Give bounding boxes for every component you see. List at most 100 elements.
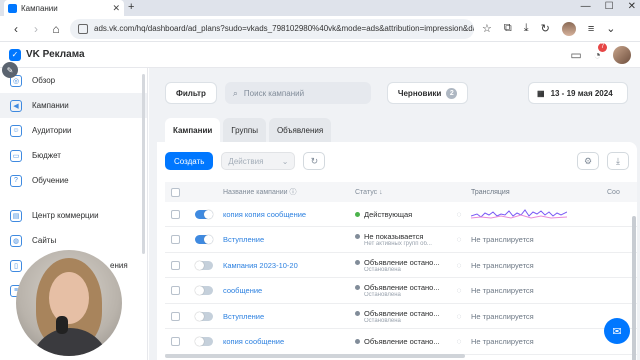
tab-groups[interactable]: Группы xyxy=(223,118,266,142)
sidebar-item-label: ения xyxy=(110,261,128,270)
sidebar-item-commerce-center[interactable]: ▤ Центр коммерции xyxy=(0,203,147,228)
close-window-icon[interactable]: ✕ xyxy=(628,1,636,12)
site-info-icon[interactable] xyxy=(78,23,88,34)
bell-icon[interactable]: ◔ 7 xyxy=(594,42,607,62)
translation-cell: Не транслируется xyxy=(471,260,534,270)
campaign-toggle[interactable] xyxy=(195,260,213,270)
profile-avatar[interactable] xyxy=(561,21,576,36)
table-row[interactable]: Кампания 2023-10-20 Объявление остано... О… xyxy=(165,253,637,278)
lightbulb-icon[interactable]: ◌ xyxy=(447,261,471,270)
lightbulb-icon[interactable]: ◌ xyxy=(447,210,471,219)
select-all-checkbox[interactable] xyxy=(170,187,180,197)
sidebar-item-label: Обучение xyxy=(32,176,69,185)
date-range-picker[interactable]: ▦ 13 - 19 мая 2024 xyxy=(528,82,628,104)
calendar-icon: ▦ xyxy=(537,88,545,98)
row-checkbox[interactable] xyxy=(170,209,180,219)
column-header-translation[interactable]: Трансляция xyxy=(471,189,607,196)
sidebar-item-budget[interactable]: ▭ Бюджет xyxy=(0,143,147,168)
info-icon[interactable]: ⓘ xyxy=(289,189,296,196)
table-row[interactable]: копия копия сообщение Действующая ◌ xyxy=(165,202,637,227)
support-chat-button[interactable]: ✉ xyxy=(604,318,630,344)
campaign-toggle[interactable] xyxy=(195,235,213,244)
reload-icon[interactable]: ↻ xyxy=(541,22,550,35)
browser-toolbar: ‹ › ⌂ ads.vk.com/hq/dashboard/ad_plans?s… xyxy=(0,16,640,42)
wallet-header-icon[interactable]: ▭ xyxy=(570,48,581,62)
lightbulb-icon[interactable]: ◌ xyxy=(447,312,471,321)
search-input[interactable]: ⌕ Поиск кампаний xyxy=(224,82,371,104)
close-tab-icon[interactable]: ✕ xyxy=(112,3,120,14)
account-avatar[interactable] xyxy=(613,45,631,64)
table-vertical-scrollbar[interactable] xyxy=(632,216,636,360)
table-row[interactable]: Вступление Не показывается Нет активных гр… xyxy=(165,228,637,253)
campaign-toggle[interactable] xyxy=(195,209,213,219)
lightbulb-icon[interactable]: ◌ xyxy=(447,337,471,346)
filter-button[interactable]: Фильтр xyxy=(165,82,217,104)
refresh-button[interactable]: ↻ xyxy=(303,152,326,170)
extensions-icon[interactable]: ⧉ xyxy=(504,22,512,35)
browser-tab[interactable]: Кампании ✕ xyxy=(4,0,124,16)
browser-tab-strip: Кампании ✕ + — ☐ ✕ xyxy=(0,0,640,16)
campaigns-panel: Создать Действия ⌄ ↻ ⚙ ⤓ Название кампан… xyxy=(157,142,637,360)
create-campaign-button[interactable]: Создать xyxy=(165,152,214,170)
campaign-name-link[interactable]: Вступление xyxy=(223,312,355,321)
campaign-toggle[interactable] xyxy=(195,286,213,295)
export-button[interactable]: ⤓ xyxy=(607,152,629,170)
download-icon[interactable]: ⤓ xyxy=(524,22,529,35)
brand-name[interactable]: VK Реклама xyxy=(26,49,85,60)
row-checkbox[interactable] xyxy=(170,286,180,295)
status-text: Не показывается xyxy=(364,232,424,241)
table-header: Название кампании ⓘ Статус ↓ Трансляция … xyxy=(165,182,637,202)
campaign-name-link[interactable]: Вступление xyxy=(223,235,355,244)
lightbulb-icon[interactable]: ◌ xyxy=(447,286,471,295)
browser-chevron-down-icon[interactable]: ⌄ xyxy=(606,22,615,35)
table-horizontal-scrollbar[interactable] xyxy=(165,354,465,358)
row-checkbox[interactable] xyxy=(170,311,180,321)
table-row[interactable]: копия сообщение Объявление остано... ◌ Не т… xyxy=(165,330,637,355)
browser-menu-icon[interactable]: ≡ xyxy=(588,23,594,35)
table-row[interactable]: сообщение Объявление остано... Остановлена… xyxy=(165,279,637,304)
column-header-extra[interactable]: Coo xyxy=(607,189,637,196)
back-icon[interactable]: ‹ xyxy=(6,22,26,36)
presenter-webcam xyxy=(16,250,122,356)
campaign-name-link[interactable]: сообщение xyxy=(223,286,355,295)
campaign-name-link[interactable]: копия сообщение xyxy=(223,337,355,346)
campaign-toggle[interactable] xyxy=(195,311,213,321)
home-icon[interactable]: ⌂ xyxy=(46,22,66,36)
campaign-name-link[interactable]: копия копия сообщение xyxy=(223,210,355,219)
actions-dropdown[interactable]: Действия ⌄ xyxy=(221,152,296,170)
drafts-button[interactable]: Черновики 2 xyxy=(386,82,469,104)
edit-pencil-icon[interactable]: ✎ xyxy=(2,62,18,78)
vk-ads-logo-icon[interactable]: ✓ xyxy=(9,48,21,61)
tab-ads[interactable]: Объявления xyxy=(268,118,332,142)
maximize-icon[interactable]: ☐ xyxy=(605,1,614,12)
address-bar[interactable]: ads.vk.com/hq/dashboard/ad_plans?sudo=vk… xyxy=(70,18,474,39)
campaign-toggle[interactable] xyxy=(195,337,213,346)
tab-campaigns[interactable]: Кампании xyxy=(165,118,221,142)
notification-badge: 7 xyxy=(598,42,607,52)
minimize-icon[interactable]: — xyxy=(581,1,591,12)
column-header-name[interactable]: Название кампании ⓘ xyxy=(223,187,355,197)
column-header-status[interactable]: Статус ↓ xyxy=(355,189,447,196)
sidebar-item-learning[interactable]: ? Обучение xyxy=(0,168,147,193)
lightbulb-icon[interactable]: ◌ xyxy=(447,235,471,244)
table-row[interactable]: Вступление Объявление остано... Остановлен… xyxy=(165,304,637,329)
row-checkbox[interactable] xyxy=(170,235,180,244)
sidebar-item-label: Кампании xyxy=(32,101,69,110)
row-checkbox[interactable] xyxy=(170,337,180,346)
sidebar-scrollbar[interactable] xyxy=(142,74,145,254)
table-settings-button[interactable]: ⚙ xyxy=(577,152,599,170)
forward-icon[interactable]: › xyxy=(26,22,46,36)
sidebar-item-campaigns[interactable]: ◀ Кампании xyxy=(0,93,147,118)
row-checkbox[interactable] xyxy=(170,260,180,270)
bookmark-star-icon[interactable]: ☆ xyxy=(482,22,492,35)
sidebar-item-overview[interactable]: ◎ Обзор xyxy=(0,68,147,93)
refresh-icon: ↻ xyxy=(310,155,319,166)
search-icon: ⌕ xyxy=(232,87,238,98)
new-tab-button[interactable]: + xyxy=(128,1,134,13)
drafts-label: Черновики xyxy=(397,88,442,98)
globe-icon: ◍ xyxy=(10,234,22,247)
sidebar-item-audiences[interactable]: ☺ Аудитории xyxy=(0,118,147,143)
status-text: Объявление остано... xyxy=(364,283,440,292)
campaign-name-link[interactable]: Кампания 2023-10-20 xyxy=(223,261,355,270)
translation-cell xyxy=(470,206,607,222)
